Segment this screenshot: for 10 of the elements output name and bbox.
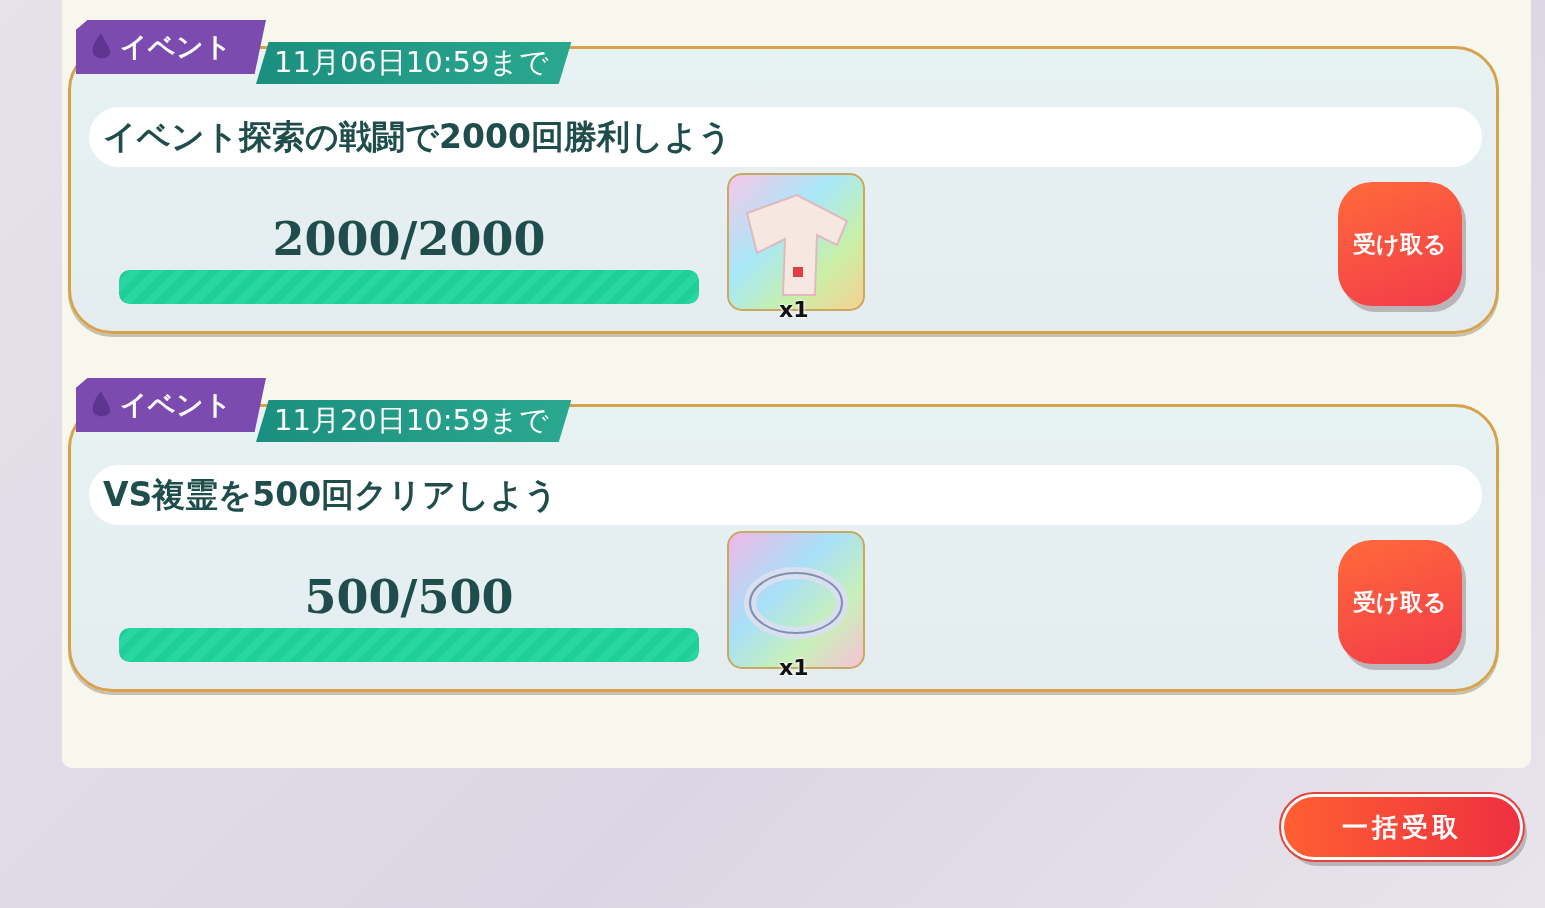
quest-title: イベント探索の戦闘で2000回勝利しよう [89,107,1482,167]
deadline-tag: 11月06日10:59まで [256,42,572,84]
event-label: イベント [120,388,232,422]
reward-quantity: x1 [779,299,809,321]
reward-quantity: x1 [779,657,809,679]
progress-count: 500/500 [304,570,514,624]
event-label: イベント [120,30,232,64]
deadline-tag: 11月20日10:59まで [256,400,572,442]
quest-title: VS複霊を500回クリアしよう [89,465,1482,525]
progress-count: 2000/2000 [272,212,546,266]
